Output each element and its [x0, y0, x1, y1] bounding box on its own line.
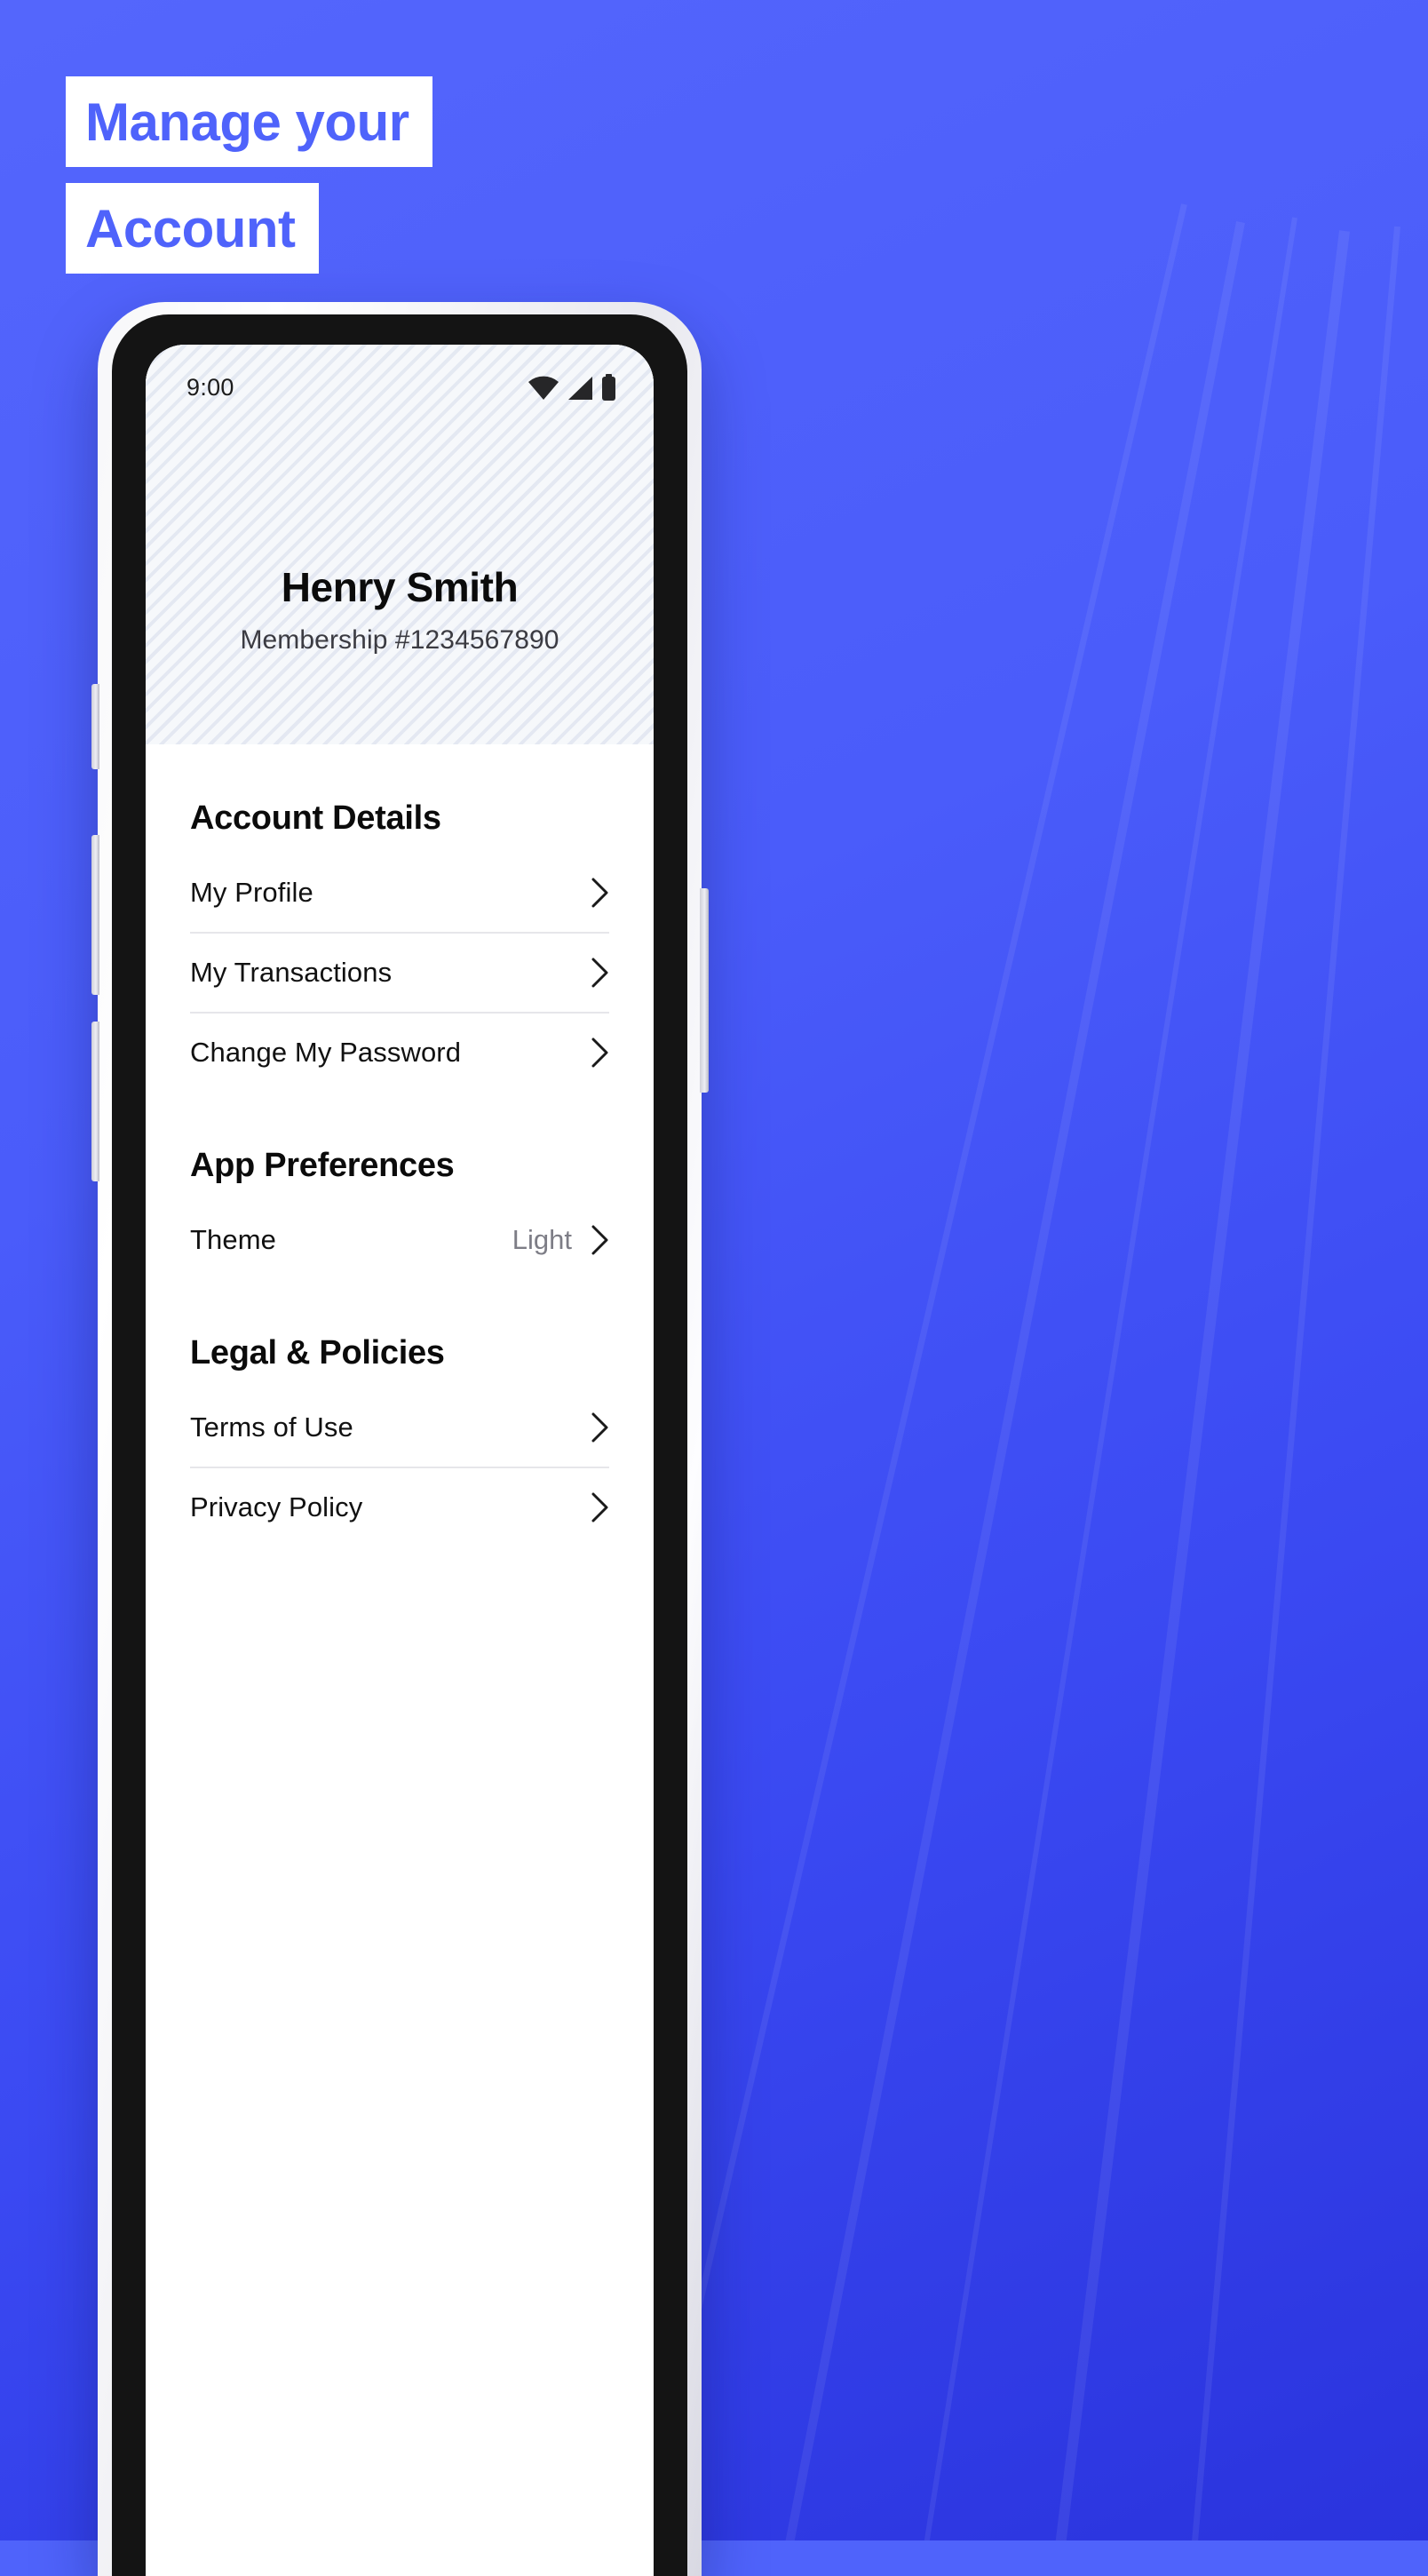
phone-mute-button[interactable]: [91, 684, 99, 769]
list-item-trailing: [591, 878, 609, 908]
list-item-label: My Transactions: [190, 957, 393, 988]
status-bar-clock: 9:00: [186, 373, 234, 401]
membership-number: Membership #1234567890: [240, 625, 559, 655]
phone-screen: 9:00 Henry Smith Membership #1234567890 …: [146, 345, 654, 2576]
headline-line-1: Manage your: [66, 76, 432, 167]
phone-mockup: 9:00 Henry Smith Membership #1234567890 …: [91, 302, 709, 2576]
phone-volume-up-button[interactable]: [91, 835, 99, 995]
profile-name: Henry Smith: [281, 564, 519, 610]
settings-list: Account Details My Profile My Transactions…: [146, 744, 654, 1546]
list-item-trailing: [591, 1412, 609, 1443]
section-title: App Preferences: [190, 1147, 455, 1184]
list-item[interactable]: Theme Light: [190, 1201, 609, 1279]
signal-icon: [568, 377, 592, 400]
chevron-right-icon[interactable]: [591, 958, 609, 988]
promo-headline: Manage your Account: [66, 76, 432, 274]
chevron-right-icon[interactable]: [591, 1225, 609, 1255]
list-item-label: Theme: [190, 1224, 276, 1255]
list-item-trailing: Light: [512, 1224, 609, 1256]
phone-volume-down-button[interactable]: [91, 1022, 99, 1181]
phone-bezel: 9:00 Henry Smith Membership #1234567890 …: [112, 314, 687, 2576]
list-item[interactable]: My Transactions: [190, 934, 609, 1012]
chevron-right-icon[interactable]: [591, 878, 609, 908]
list-item[interactable]: Privacy Policy: [190, 1468, 609, 1546]
list-item[interactable]: Change My Password: [190, 1014, 609, 1092]
list-item-label: My Profile: [190, 877, 313, 908]
list-item[interactable]: My Profile: [190, 854, 609, 932]
list-item-value: Light: [512, 1224, 572, 1255]
chevron-right-icon[interactable]: [591, 1492, 609, 1523]
phone-power-button[interactable]: [700, 888, 709, 1093]
list-item[interactable]: Terms of Use: [190, 1388, 609, 1467]
chevron-right-icon[interactable]: [591, 1412, 609, 1443]
battery-icon: [602, 374, 615, 401]
section-title: Legal & Policies: [190, 1334, 445, 1371]
status-bar: 9:00: [146, 345, 654, 430]
wifi-icon: [528, 376, 559, 400]
list-item-trailing: [591, 1492, 609, 1523]
list-item-trailing: [591, 958, 609, 988]
list-item-trailing: [591, 1038, 609, 1068]
list-item-label: Change My Password: [190, 1037, 462, 1068]
chevron-right-icon[interactable]: [591, 1038, 609, 1068]
headline-line-2: Account: [66, 183, 319, 274]
list-item-label: Terms of Use: [190, 1411, 353, 1443]
status-bar-icons: [528, 374, 616, 401]
list-item-label: Privacy Policy: [190, 1491, 363, 1523]
section-title: Account Details: [190, 799, 441, 837]
